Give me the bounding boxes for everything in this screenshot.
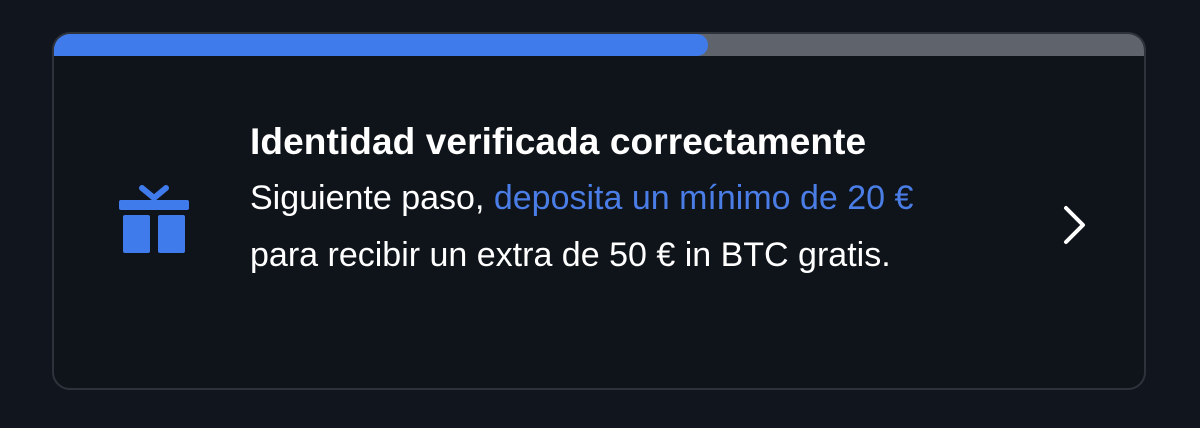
card-title: Identidad verificada correctamente <box>250 121 867 162</box>
promo-text: Identidad verificada correctamente Sigui… <box>250 118 990 284</box>
desc-text-start: Siguiente paso, <box>250 179 494 217</box>
card-description: Siguiente paso, deposita un mínimo de 20… <box>250 170 950 284</box>
progress-bar <box>54 34 1144 56</box>
deposit-link[interactable]: deposita un mínimo de 20 € <box>494 179 914 217</box>
chevron-right-icon[interactable] <box>1062 204 1088 246</box>
gift-icon <box>119 185 189 253</box>
desc-text-end: para recibir un extra de 50 € in BTC gra… <box>250 236 891 274</box>
progress-bar-fill <box>54 34 708 56</box>
verification-promo-card[interactable]: Identidad verificada correctamente Sigui… <box>52 32 1146 390</box>
